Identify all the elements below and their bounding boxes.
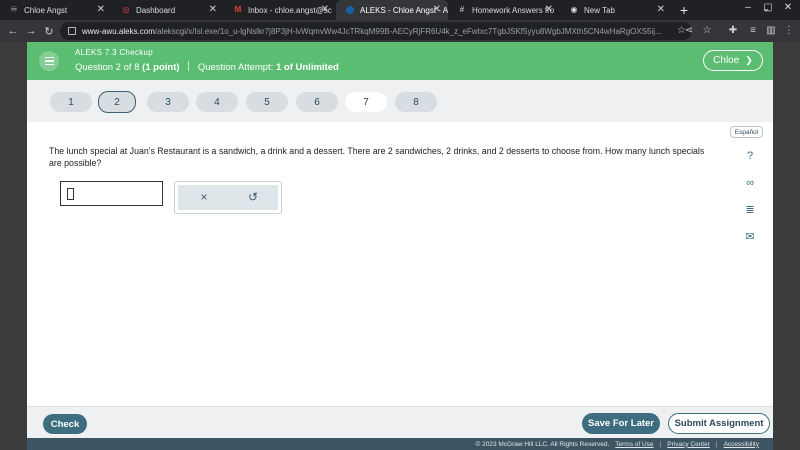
chevron-down-icon: ❯	[745, 55, 753, 65]
question-nav-8[interactable]: 8	[395, 92, 437, 112]
question-nav-6[interactable]: 6	[296, 92, 338, 112]
question-nav-2[interactable]: 2	[98, 91, 136, 113]
check-button[interactable]: Check	[43, 414, 87, 434]
tab-chloe-angst[interactable]: ♾ Chloe Angst ✕	[0, 0, 112, 20]
tab-new-tab[interactable]: ◉ New Tab ✕	[560, 0, 672, 20]
footer-bar: Check Save For Later Submit Assignment	[27, 406, 773, 438]
hash-icon: #	[459, 5, 465, 14]
question-nav-7[interactable]: 7	[345, 92, 387, 112]
help-icon[interactable]: ?	[743, 149, 757, 163]
window-close-icon[interactable]: ✕	[782, 2, 794, 16]
hamburger-line	[44, 60, 54, 62]
tab-aleks[interactable]: ALEKS - Chloe Angst - A ✕	[336, 0, 448, 20]
gmail-icon: M	[234, 5, 242, 14]
divider: |	[715, 440, 718, 448]
question-nav-4[interactable]: 4	[196, 92, 238, 112]
reading-list-icon[interactable]: ≡	[746, 24, 760, 38]
user-name: Chloe	[713, 55, 740, 66]
forward-arrow-icon[interactable]: →	[22, 25, 40, 37]
mail-icon[interactable]: ✉	[743, 230, 757, 244]
extensions-icon[interactable]: ✚	[726, 24, 740, 38]
site-info-icon[interactable]	[68, 27, 76, 35]
aleks-header: ALEKS 7.3 Checkup Question 2 of 8 (1 poi…	[27, 42, 773, 80]
address-bar[interactable]: www-awu.aleks.com/alekscgi/x/Isl.exe/1o_…	[60, 22, 692, 40]
infinity-icon[interactable]: ∞	[743, 176, 757, 190]
answer-value	[67, 188, 74, 200]
reload-icon[interactable]: ↻	[40, 25, 58, 38]
close-icon[interactable]: ✕	[545, 4, 553, 15]
assignment-title: ALEKS 7.3 Checkup	[75, 48, 154, 57]
share-icon[interactable]: ⋖	[682, 24, 696, 38]
divider: |	[659, 440, 662, 448]
aleks-icon	[346, 6, 354, 14]
question-navigation: 1 2 3 4 5 6 7 8	[27, 80, 773, 122]
tab-dashboard[interactable]: ◎ Dashboard ✕	[112, 0, 224, 20]
book-icon: ♾	[10, 5, 18, 14]
question-nav-3[interactable]: 3	[147, 92, 189, 112]
attempt-value: 1 of Unlimited	[275, 62, 339, 73]
sidebar-icon[interactable]: ▥	[764, 24, 778, 38]
menu-button[interactable]	[39, 51, 59, 71]
divider	[188, 61, 190, 71]
user-menu-button[interactable]: Chloe ❯	[703, 50, 763, 71]
back-arrow-icon[interactable]: ←	[4, 25, 22, 37]
clear-icon[interactable]: ×	[194, 189, 214, 205]
close-icon[interactable]: ✕	[657, 4, 665, 15]
close-icon[interactable]: ✕	[209, 4, 217, 15]
question-nav-5[interactable]: 5	[246, 92, 288, 112]
question-status: Question 2 of 8 (1 point) Question Attem…	[75, 61, 339, 73]
tab-inbox[interactable]: M Inbox - chloe.angst@sc ✕	[224, 0, 336, 20]
notes-icon[interactable]: ≣	[743, 203, 757, 217]
save-for-later-button[interactable]: Save For Later	[582, 413, 660, 434]
privacy-link[interactable]: Privacy Center	[667, 441, 710, 448]
aleks-page: ALEKS 7.3 Checkup Question 2 of 8 (1 poi…	[27, 42, 773, 450]
browser-tab-bar: ♾ Chloe Angst ✕ ◎ Dashboard ✕ M Inbox - …	[0, 0, 800, 20]
hamburger-line	[44, 63, 54, 66]
new-tab-button[interactable]: +	[672, 2, 696, 18]
legal-footer: © 2023 McGraw Hill LLC. All Rights Reser…	[27, 438, 773, 450]
url-text: www-awu.aleks.com/alekscgi/x/Isl.exe/1o_…	[82, 26, 662, 36]
terms-link[interactable]: Terms of Use	[615, 441, 653, 448]
minimize-icon[interactable]: –	[742, 2, 754, 16]
close-icon[interactable]: ✕	[433, 4, 441, 15]
accessibility-link[interactable]: Accessibility	[724, 441, 759, 448]
undo-icon[interactable]: ↺	[243, 189, 263, 205]
answer-input[interactable]	[60, 181, 163, 206]
tab-homework-answers[interactable]: # Homework Answers fro ✕	[448, 0, 560, 20]
hamburger-icon	[44, 56, 54, 59]
close-icon[interactable]: ✕	[321, 4, 329, 15]
attempt-label: Question Attempt:	[197, 62, 274, 73]
chrome-icon: ◉	[570, 5, 578, 14]
question-points: (1 point)	[142, 62, 180, 73]
question-nav-1[interactable]: 1	[50, 92, 92, 112]
bookmark-icon[interactable]: ☆	[700, 24, 714, 38]
copyright-text: © 2023 McGraw Hill LLC. All Rights Reser…	[475, 440, 610, 448]
espanol-button[interactable]: Español	[730, 126, 763, 138]
close-icon[interactable]: ✕	[97, 4, 105, 15]
maximize-icon[interactable]: ▢	[762, 2, 774, 16]
answer-toolbox: × ↺	[174, 181, 282, 214]
submit-assignment-button[interactable]: Submit Assignment	[668, 413, 770, 434]
question-text: The lunch special at Juan's Restaurant i…	[49, 146, 705, 169]
question-number: Question 2 of 8	[75, 62, 140, 73]
dashboard-icon: ◎	[122, 5, 130, 14]
more-options-icon[interactable]: ⋮	[782, 24, 796, 38]
toolbox-panel: × ↺	[178, 185, 278, 210]
